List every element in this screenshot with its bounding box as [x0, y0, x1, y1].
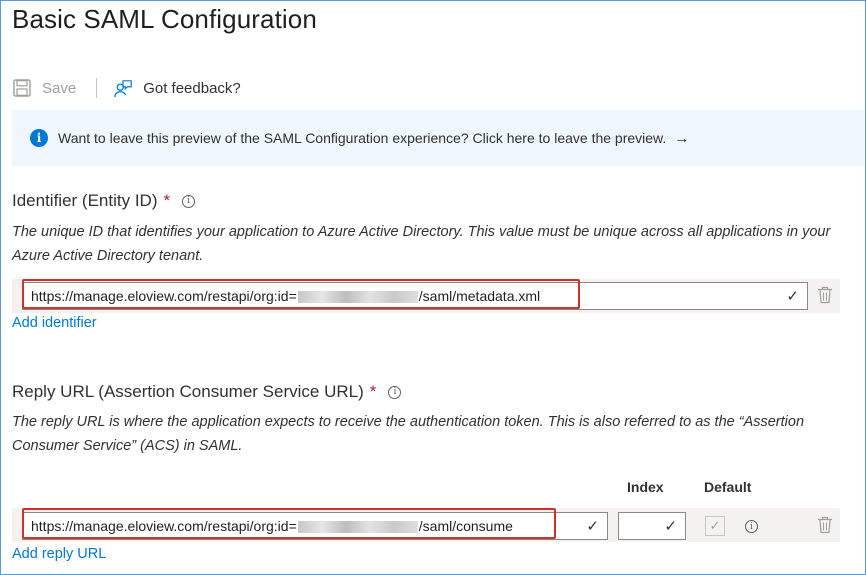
- identifier-input[interactable]: https://manage.eloview.com/restapi/org:i…: [22, 282, 808, 310]
- help-icon[interactable]: i: [388, 385, 402, 399]
- redacted-id: [297, 291, 418, 304]
- feedback-label: Got feedback?: [143, 79, 241, 97]
- add-identifier-link[interactable]: Add identifier: [12, 315, 97, 331]
- reply-url-input[interactable]: https://manage.eloview.com/restapi/org:i…: [22, 512, 608, 540]
- toolbar: Save Got feedback?: [12, 74, 241, 102]
- banner-text: Want to leave this preview of the SAML C…: [58, 130, 667, 146]
- feedback-button[interactable]: Got feedback?: [113, 78, 241, 98]
- default-column-header: Default: [704, 479, 752, 495]
- required-mark: *: [163, 191, 171, 210]
- save-button[interactable]: Save: [12, 78, 76, 98]
- help-icon[interactable]: i: [745, 520, 758, 533]
- identifier-description: The unique ID that identifies your appli…: [12, 224, 831, 264]
- trash-icon[interactable]: [817, 286, 833, 304]
- identifier-label-text: Identifier (Entity ID): [12, 191, 158, 210]
- default-checkbox[interactable]: ✓: [705, 516, 725, 536]
- feedback-icon: [113, 78, 133, 98]
- save-label: Save: [42, 79, 77, 97]
- info-icon: i: [30, 129, 48, 147]
- add-reply-url-link[interactable]: Add reply URL: [12, 546, 106, 562]
- redacted-id: [297, 521, 418, 534]
- check-icon: ✓: [786, 288, 799, 305]
- check-icon: ✓: [664, 518, 677, 535]
- reply-url-label: Reply URL (Assertion Consumer Service UR…: [12, 382, 402, 402]
- trash-icon[interactable]: [817, 516, 833, 534]
- required-mark: *: [369, 382, 377, 401]
- preview-banner[interactable]: i Want to leave this preview of the SAML…: [12, 110, 864, 166]
- reply-url-label-text: Reply URL (Assertion Consumer Service UR…: [12, 382, 364, 401]
- reply-url-description: The reply URL is where the application e…: [12, 414, 805, 454]
- reply-url-value: https://manage.eloview.com/restapi/org:i…: [31, 518, 513, 534]
- help-icon[interactable]: i: [182, 194, 196, 208]
- save-icon: [12, 78, 32, 98]
- index-input[interactable]: ✓: [618, 512, 686, 540]
- check-icon: ✓: [586, 518, 599, 535]
- arrow-right-icon: →: [674, 129, 690, 147]
- page-title: Basic SAML Configuration: [12, 4, 317, 34]
- identifier-value: https://manage.eloview.com/restapi/org:i…: [31, 288, 541, 304]
- identifier-label: Identifier (Entity ID) * i: [12, 191, 196, 211]
- index-column-header: Index: [627, 479, 664, 495]
- toolbar-divider: [96, 78, 98, 98]
